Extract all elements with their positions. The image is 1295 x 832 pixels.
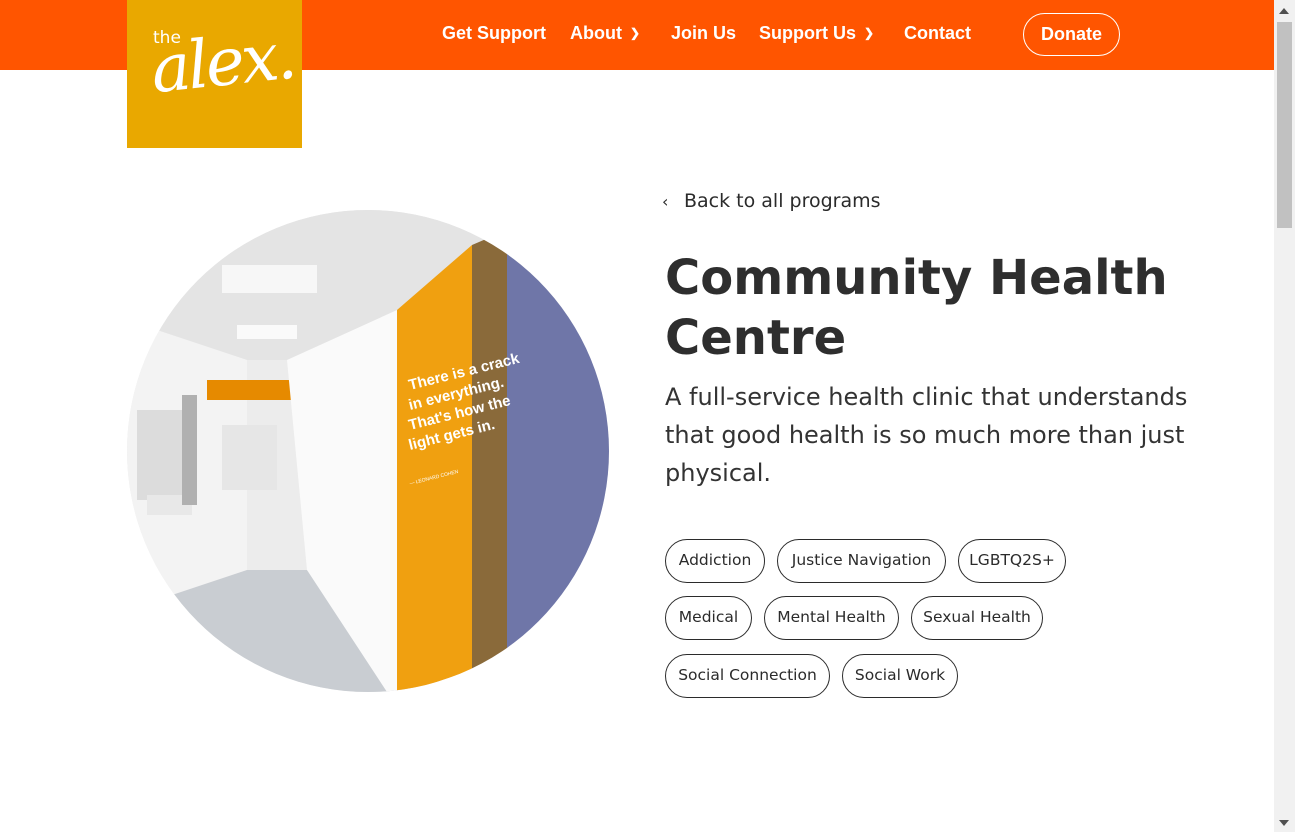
tag-mental-health[interactable]: Mental Health xyxy=(764,596,899,640)
chevron-down-icon: ❯ xyxy=(864,26,875,40)
nav-join-us[interactable]: Join Us xyxy=(671,23,736,44)
site-logo[interactable]: the alex. xyxy=(127,0,302,148)
tag-medical[interactable]: Medical xyxy=(665,596,752,640)
scroll-down-arrow-icon[interactable] xyxy=(1279,820,1289,826)
chevron-down-icon: ❯ xyxy=(629,26,641,40)
nav-contact[interactable]: Contact xyxy=(904,23,971,44)
donate-button[interactable]: Donate xyxy=(1023,13,1120,56)
nav-label: Contact xyxy=(904,23,971,43)
nav-get-support[interactable]: Get Support xyxy=(442,23,546,44)
nav-label: Support Us xyxy=(759,23,856,43)
logo-wordmark: alex. xyxy=(147,16,298,109)
back-to-programs-link[interactable]: ‹ Back to all programs xyxy=(662,190,881,212)
program-photo: There is a crack in everything. That's h… xyxy=(127,210,609,692)
tag-lgbtq2s[interactable]: LGBTQ2S+ xyxy=(958,539,1066,583)
scrollbar-thumb[interactable] xyxy=(1277,22,1292,228)
nav-about[interactable]: About ❯ xyxy=(570,23,640,44)
tag-social-work[interactable]: Social Work xyxy=(842,654,958,698)
nav-label: About xyxy=(570,23,622,43)
nav-label: Join Us xyxy=(671,23,737,43)
scroll-up-arrow-icon[interactable] xyxy=(1279,8,1289,14)
nav-support-us[interactable]: Support Us ❯ xyxy=(759,23,874,44)
chevron-left-icon: ‹ xyxy=(662,192,669,211)
hallway-image: There is a crack in everything. That's h… xyxy=(127,210,609,692)
tag-sexual-health[interactable]: Sexual Health xyxy=(911,596,1043,640)
tag-justice-navigation[interactable]: Justice Navigation xyxy=(777,539,946,583)
program-description: A full-service health clinic that unders… xyxy=(665,383,1188,487)
tag-addiction[interactable]: Addiction xyxy=(665,539,765,583)
page-title: Community Health Centre xyxy=(665,250,1168,366)
back-link-label: Back to all programs xyxy=(684,190,881,212)
nav-label: Get Support xyxy=(442,23,546,43)
tag-social-connection[interactable]: Social Connection xyxy=(665,654,830,698)
vertical-scrollbar[interactable] xyxy=(1274,0,1295,832)
